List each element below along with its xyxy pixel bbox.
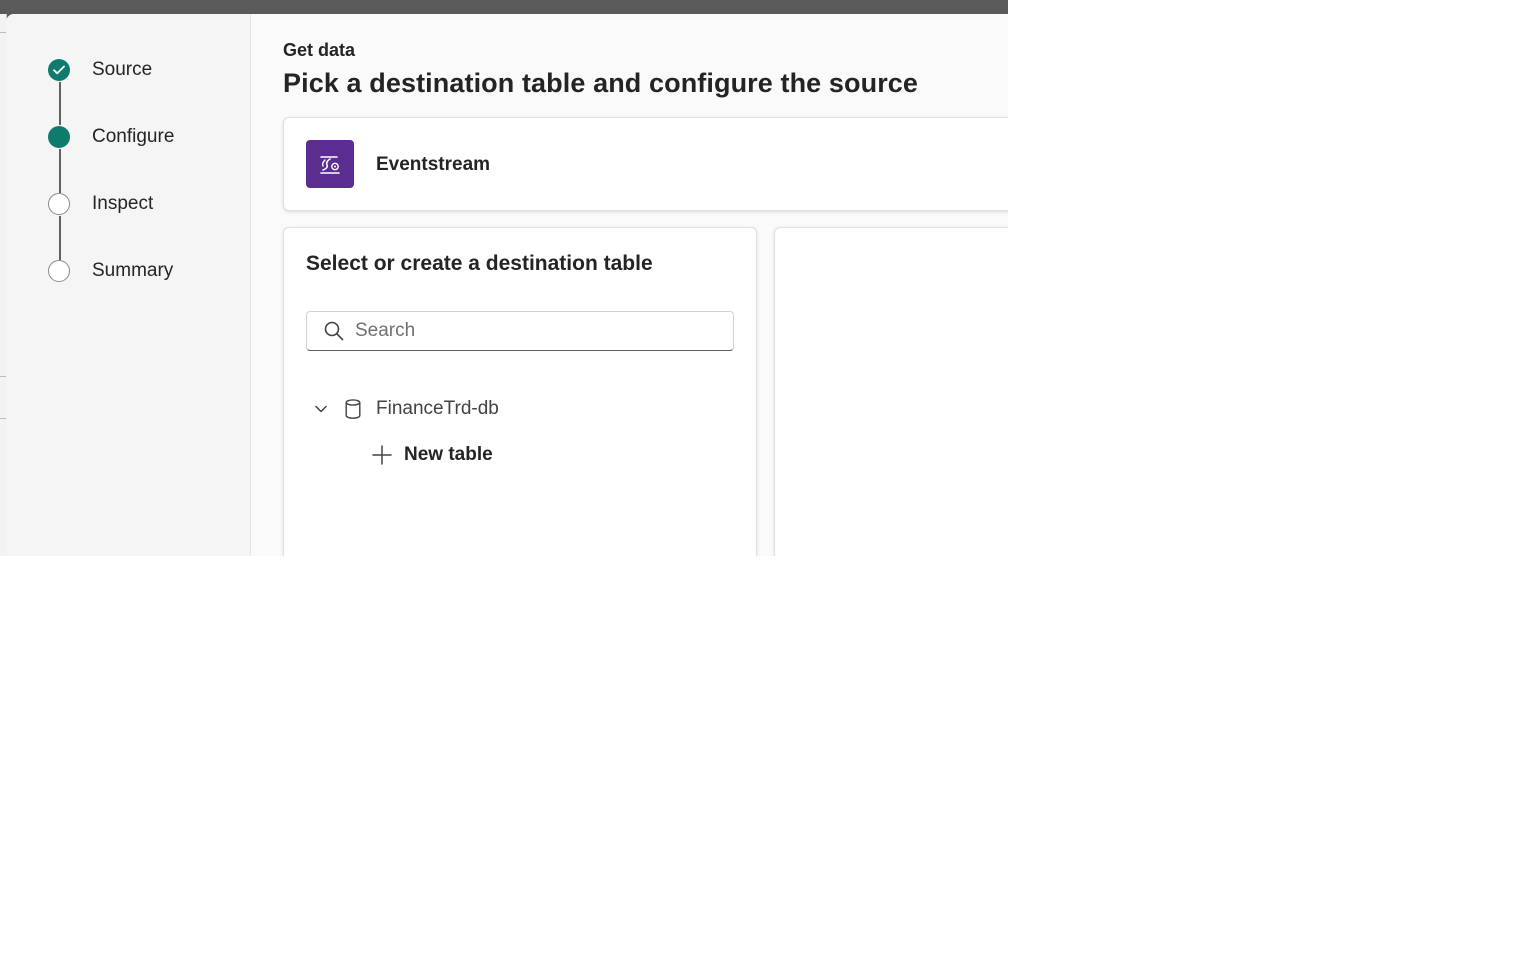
get-data-dialog: Source Configure Inspect Summary Get dat… (6, 14, 1008, 556)
chevron-down-icon[interactable] (312, 400, 330, 418)
step-summary[interactable]: Summary (48, 259, 173, 283)
current-step-icon (48, 126, 70, 148)
step-connector (59, 82, 61, 125)
pending-step-icon (48, 193, 70, 215)
source-name: Eventstream (376, 154, 491, 175)
screenshot-capture: Source Configure Inspect Summary Get dat… (0, 0, 1008, 556)
step-label: Source (92, 59, 153, 80)
step-label: Inspect (92, 193, 154, 214)
step-label: Configure (92, 126, 175, 147)
step-source[interactable]: Source (48, 58, 152, 82)
search-icon (323, 320, 345, 342)
main-content: Get data Pick a destination table and co… (251, 14, 1008, 556)
new-table-label: New table (404, 444, 493, 465)
dialog-eyebrow: Get data (283, 40, 356, 60)
step-connector (59, 149, 61, 193)
table-search-box[interactable] (306, 311, 734, 351)
checkmark-icon (48, 59, 70, 81)
step-connector (59, 216, 61, 261)
pending-step-icon (48, 260, 70, 282)
step-inspect[interactable]: Inspect (48, 192, 153, 216)
configuration-panel (774, 227, 1008, 556)
plus-icon (370, 443, 394, 467)
database-node[interactable]: FinanceTrd-db (312, 396, 499, 422)
search-input[interactable] (353, 319, 733, 343)
destination-panel: Select or create a destination table Fin… (283, 227, 757, 556)
page-title: Pick a destination table and configure t… (283, 68, 919, 98)
eventstream-icon (306, 140, 354, 188)
database-name: FinanceTrd-db (376, 398, 499, 419)
wizard-stepper: Source Configure Inspect Summary (6, 14, 251, 556)
source-card: Eventstream (283, 117, 1008, 211)
database-icon (344, 398, 362, 420)
new-table-button[interactable]: New table (370, 441, 493, 469)
step-configure[interactable]: Configure (48, 125, 174, 149)
destination-panel-title: Select or create a destination table (306, 252, 653, 275)
step-label: Summary (92, 260, 174, 281)
